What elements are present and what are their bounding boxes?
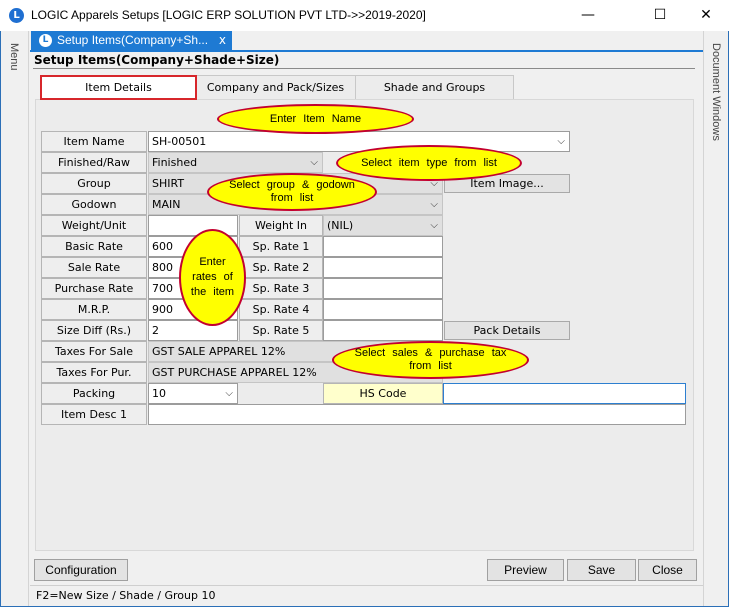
sp-rate-4-input[interactable] — [323, 299, 443, 320]
chevron-down-icon[interactable]: ⌵ — [310, 153, 318, 172]
weight-unit-label: Weight/Unit — [41, 215, 147, 236]
doc-tab-label: Setup Items(Company+Sh... — [57, 33, 209, 47]
item-name-value: SH-00501 — [152, 135, 207, 148]
group-value: SHIRT — [152, 177, 185, 190]
sale-rate-label: Sale Rate — [41, 257, 147, 278]
taxes-pur-label: Taxes For Pur. — [41, 362, 147, 383]
hs-code-input[interactable] — [443, 383, 686, 404]
callout-taxes: Select sales & purchase tax from list — [332, 341, 529, 379]
packing-value: 10 — [152, 387, 166, 400]
sp-rate-5-input[interactable] — [323, 320, 443, 341]
configuration-button[interactable]: Configuration — [34, 559, 128, 581]
chevron-down-icon[interactable]: ⌵ — [430, 195, 438, 214]
item-name-label: Item Name — [41, 131, 147, 152]
weight-in-select[interactable]: (NIL) ⌵ — [323, 215, 443, 236]
tab-company-pack-sizes[interactable]: Company and Pack/Sizes — [195, 75, 356, 99]
save-button[interactable]: Save — [567, 559, 636, 581]
logic-tab-icon: L — [39, 34, 52, 47]
minimize-button[interactable]: — — [565, 0, 611, 31]
basic-rate-label: Basic Rate — [41, 236, 147, 257]
sp-rate-2-label: Sp. Rate 2 — [239, 257, 323, 278]
godown-label: Godown — [41, 194, 147, 215]
callout-item-name: Enter Item Name — [217, 104, 414, 134]
finished-raw-select[interactable]: Finished ⌵ — [148, 152, 323, 173]
menu-sidebar[interactable]: Menu — [1, 31, 29, 606]
chevron-down-icon[interactable]: ⌵ — [430, 216, 438, 235]
size-diff-label: Size Diff (Rs.) — [41, 320, 147, 341]
packing-label: Packing — [41, 383, 147, 404]
finished-raw-value: Finished — [152, 156, 198, 169]
document-windows-label[interactable]: Document Windows — [710, 43, 722, 141]
preview-button[interactable]: Preview — [487, 559, 564, 581]
item-desc-input[interactable] — [148, 404, 686, 425]
item-desc-label: Item Desc 1 — [41, 404, 147, 425]
sp-rate-4-label: Sp. Rate 4 — [239, 299, 323, 320]
window-title: LOGIC Apparels Setups [LOGIC ERP SOLUTIO… — [31, 8, 426, 22]
logic-logo-icon: L — [9, 8, 24, 23]
finished-raw-label: Finished/Raw — [41, 152, 147, 173]
tab-shade-groups[interactable]: Shade and Groups — [355, 75, 514, 99]
item-name-input[interactable]: SH-00501 ⌵ — [148, 131, 570, 152]
sp-rate-5-label: Sp. Rate 5 — [239, 320, 323, 341]
callout-group-godown: Select group & godown from list — [207, 173, 377, 211]
maximize-button[interactable]: ☐ — [637, 0, 683, 31]
sp-rate-3-input[interactable] — [323, 278, 443, 299]
close-button[interactable]: Close — [638, 559, 697, 581]
taxes-sale-label: Taxes For Sale — [41, 341, 147, 362]
status-bar: F2=New Size / Shade / Group 10 — [30, 585, 703, 605]
group-label: Group — [41, 173, 147, 194]
chevron-down-icon[interactable]: ⌵ — [557, 132, 565, 151]
weight-in-label: Weight In — [239, 215, 323, 236]
callout-item-type: Select item type from list — [336, 145, 522, 181]
chevron-down-icon[interactable]: ⌵ — [225, 384, 233, 403]
hs-code-label: HS Code — [323, 383, 443, 404]
size-diff-input[interactable]: 2 — [148, 320, 238, 341]
godown-value: MAIN — [152, 198, 181, 211]
doc-tab-close-icon[interactable]: x — [219, 31, 226, 50]
doc-tab-setup-items[interactable]: L Setup Items(Company+Sh... x — [31, 31, 232, 50]
callout-rates: Enter rates of the item — [179, 229, 246, 326]
doc-tab-underline — [30, 50, 703, 52]
menu-label[interactable]: Menu — [8, 43, 20, 71]
tab-item-details[interactable]: Item Details — [40, 75, 197, 100]
sp-rate-3-label: Sp. Rate 3 — [239, 278, 323, 299]
purchase-rate-label: Purchase Rate — [41, 278, 147, 299]
sp-rate-1-label: Sp. Rate 1 — [239, 236, 323, 257]
packing-select[interactable]: 10 ⌵ — [148, 383, 238, 404]
sp-rate-1-input[interactable] — [323, 236, 443, 257]
pack-details-button[interactable]: Pack Details — [444, 321, 570, 340]
form-title: Setup Items(Company+Shade+Size) — [34, 53, 280, 67]
weight-in-value: (NIL) — [327, 219, 354, 232]
document-windows-sidebar[interactable]: Document Windows — [703, 31, 728, 606]
sp-rate-2-input[interactable] — [323, 257, 443, 278]
form-title-divider — [33, 68, 695, 69]
window-close-button[interactable]: ✕ — [683, 0, 729, 31]
mrp-label: M.R.P. — [41, 299, 147, 320]
